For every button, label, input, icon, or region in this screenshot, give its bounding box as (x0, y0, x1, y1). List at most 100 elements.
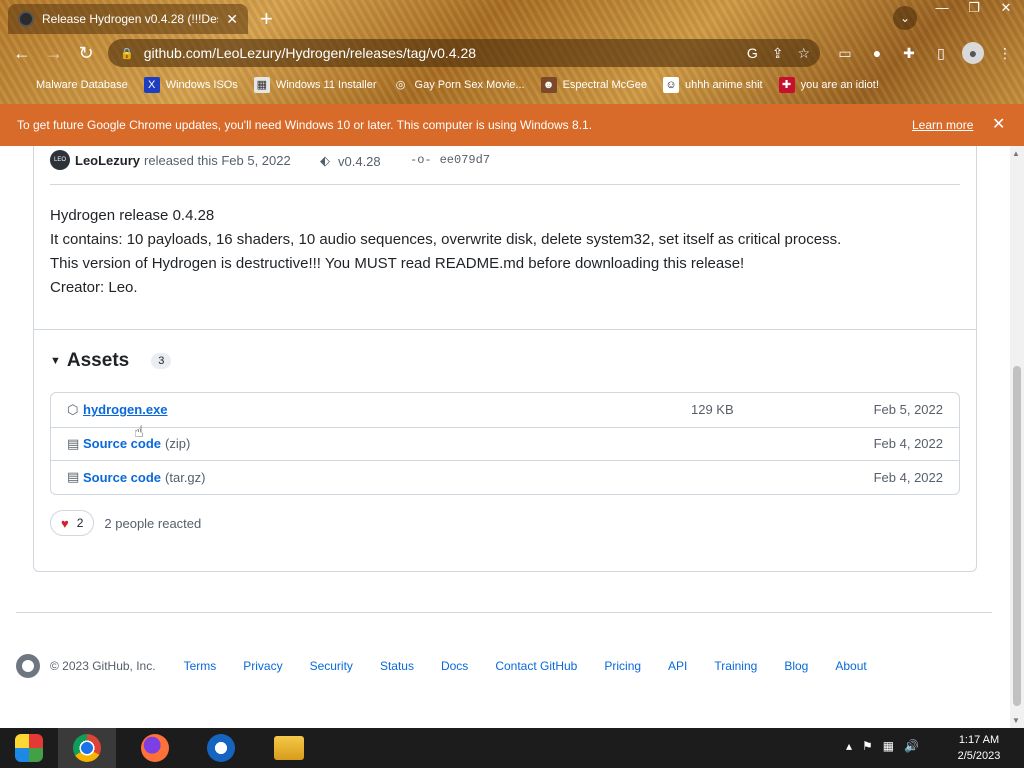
scroll-down-icon[interactable]: ▼ (1012, 716, 1020, 725)
footer-link-about[interactable]: About (835, 659, 866, 673)
learn-more-link[interactable]: Learn more (912, 118, 973, 132)
footer-link-contact[interactable]: Contact GitHub (495, 659, 577, 673)
heart-reaction-button[interactable]: ♥ 2 (50, 510, 95, 536)
taskbar-firefox[interactable] (126, 728, 184, 768)
release-tag[interactable]: ⬖ v0.4.28 (320, 153, 381, 169)
footer-link-blog[interactable]: Blog (784, 659, 808, 673)
assets-title: Assets (66, 350, 130, 371)
asset-suffix: (tar.gz) (165, 469, 206, 485)
profile-avatar-icon[interactable]: ● (962, 42, 984, 64)
zip-file-icon: ▤ (67, 435, 80, 451)
extensions-area: ▭ ● ✚ ▯ ● ⋮ (834, 42, 1016, 64)
asset-download-link[interactable]: Source code (83, 436, 161, 451)
assets-list: ⬡ hydrogen.exe 129 KB Feb 5, 2022 ▤ Sour… (50, 392, 960, 495)
reload-icon[interactable]: ↻ (74, 41, 98, 65)
update-infobar: To get future Google Chrome updates, you… (0, 104, 1024, 146)
release-commit[interactable]: -o- ee079d7 (410, 153, 490, 167)
window-controls: — ❐ ✕ (926, 0, 1022, 18)
release-date-text: released this Feb 5, 2022 (144, 152, 291, 168)
anime-face-icon: ☺ (662, 77, 679, 93)
uk-flag-icon: ✚ (778, 77, 795, 93)
back-icon[interactable]: ← (10, 41, 34, 65)
assets-toggle[interactable]: ▼ Assets 3 (50, 350, 172, 372)
volume-icon[interactable]: 🔊 (904, 739, 919, 753)
menu-kebab-icon[interactable]: ⋮ (994, 42, 1016, 64)
character-icon: ☻ (540, 77, 557, 93)
bookmark-item[interactable]: ☺ uhhh anime shit (662, 77, 763, 93)
bookmark-star-icon[interactable]: ☆ (797, 45, 810, 62)
heart-icon: ♥ (61, 515, 69, 531)
bookmark-blank-icon (14, 77, 30, 93)
scroll-up-icon[interactable]: ▲ (1012, 149, 1020, 158)
bookmark-item[interactable]: X Windows ISOs (143, 77, 238, 93)
share-icon[interactable]: ⇪ (772, 45, 784, 62)
footer-link-security[interactable]: Security (310, 659, 353, 673)
commit-icon: -o- (410, 153, 432, 167)
infobar-message: To get future Google Chrome updates, you… (17, 118, 593, 132)
footer-link-status[interactable]: Status (380, 659, 414, 673)
taskbar-chrome[interactable] (58, 728, 116, 768)
google-lens-icon[interactable]: G (747, 45, 758, 62)
footer-link-terms[interactable]: Terms (184, 659, 217, 673)
author-link[interactable]: LeoLezury (75, 153, 140, 168)
footer-link-privacy[interactable]: Privacy (243, 659, 282, 673)
zip-file-icon: ▤ (67, 469, 80, 485)
infobar-close-icon[interactable]: ✕ (992, 114, 1005, 134)
browser-tab[interactable]: Release Hydrogen v0.4.28 (!!!Dest ✕ (8, 4, 248, 34)
asset-row: ▤ Source code (tar.gz) Feb 4, 2022 (51, 460, 959, 494)
image-icon: ▦ (253, 77, 270, 93)
forward-icon[interactable]: → (42, 41, 66, 65)
asset-date: Feb 4, 2022 (873, 436, 943, 452)
network-icon[interactable]: ▦ (883, 739, 894, 753)
asset-download-link[interactable]: Source code (83, 470, 161, 485)
chrome-icon (73, 734, 101, 762)
bookmark-item[interactable]: ▦ Windows 11 Installer (253, 77, 377, 93)
caret-down-icon: ▼ (50, 355, 61, 367)
flag-icon[interactable]: ⚑ (862, 739, 873, 753)
globe-icon: ◎ (395, 79, 406, 91)
page-footer: © 2023 GitHub, Inc. Terms Privacy Securi… (16, 654, 894, 678)
tag-label: v0.4.28 (338, 153, 381, 169)
folder-icon (274, 736, 304, 760)
footer-link-pricing[interactable]: Pricing (604, 659, 641, 673)
taskbar-file-explorer[interactable] (260, 728, 318, 768)
tab-close-icon[interactable]: ✕ (226, 11, 238, 28)
footer-link-training[interactable]: Training (714, 659, 757, 673)
bookmark-item[interactable]: ◎ Gay Porn Sex Movie... (393, 77, 525, 93)
author-avatar[interactable]: LEO (50, 150, 70, 170)
reactions-summary: 2 people reacted (104, 515, 202, 531)
tray-expand-icon[interactable]: ▴ (846, 739, 852, 753)
profile-extension-icon[interactable]: ● (866, 42, 888, 64)
scroll-thumb[interactable] (1013, 366, 1021, 706)
release-author-row: LEO LeoLezury released this Feb 5, 2022 (50, 150, 291, 170)
copyright: © 2023 GitHub, Inc. (50, 659, 156, 673)
bookmark-item[interactable]: ✚ you are an idiot! (778, 77, 879, 93)
start-button[interactable] (0, 728, 58, 768)
clock-time: 1:17 AM (958, 734, 1000, 746)
system-tray: ▴ ⚑ ▦ 🔊 (846, 739, 919, 753)
footer-link-api[interactable]: API (668, 659, 687, 673)
side-panel-icon[interactable]: ▯ (930, 42, 952, 64)
browser-toolbar: ← → ↻ 🔒 github.com/LeoLezury/Hydrogen/re… (0, 36, 1024, 70)
asset-download-link[interactable]: hydrogen.exe (83, 402, 168, 417)
flag-extension-icon[interactable]: ▭ (834, 42, 856, 64)
clock-date: 2/5/2023 (957, 750, 1001, 762)
close-window-button[interactable]: ✕ (990, 0, 1022, 18)
bookmark-item[interactable]: Malware Database (14, 77, 128, 93)
page-scrollbar[interactable]: ▲ ▼ (1010, 146, 1024, 728)
bookmarks-bar: Malware Database X Windows ISOs ▦ Window… (0, 72, 1024, 98)
new-tab-button[interactable]: + (260, 6, 273, 32)
bookmark-item[interactable]: ☻ Espectral McGee (540, 77, 647, 93)
reaction-count: 2 (76, 516, 84, 530)
release-notes-line: This version of Hydrogen is destructive!… (50, 255, 745, 272)
tab-search-icon[interactable]: ⌄ (893, 6, 917, 30)
puzzle-extensions-icon[interactable]: ✚ (898, 42, 920, 64)
taskbar-clock[interactable]: 1:17 AM 2/5/2023 (944, 732, 1014, 764)
address-bar[interactable]: 🔒 github.com/LeoLezury/Hydrogen/releases… (108, 39, 820, 67)
assets-count-badge: 3 (151, 353, 172, 369)
minimize-button[interactable]: — (926, 0, 958, 18)
restore-button[interactable]: ❐ (958, 0, 990, 18)
github-logo-icon[interactable] (16, 654, 40, 678)
footer-link-docs[interactable]: Docs (441, 659, 468, 673)
taskbar-app[interactable] (192, 728, 250, 768)
